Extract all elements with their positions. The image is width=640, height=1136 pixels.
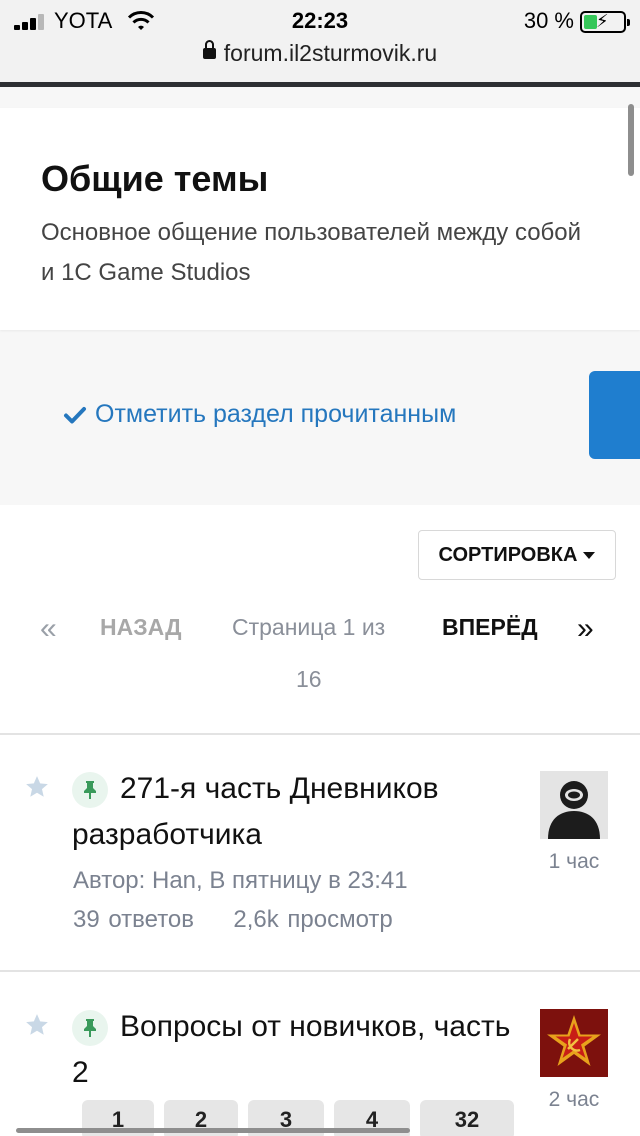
status-bar: YOTA 22:23 30 % ⚡ [0,8,640,34]
avatar[interactable] [540,1009,608,1077]
caret-down-icon [583,551,596,559]
divider [0,733,640,735]
horizontal-scrollbar[interactable] [16,1128,410,1133]
topic-stats: 39 ответов 2,6k просмотр [73,906,393,934]
sort-button[interactable]: СОРТИРОВКА [418,530,616,580]
browser-chrome: YOTA 22:23 30 % ⚡ forum.il2sturmovik.ru [0,0,640,82]
address-bar[interactable]: forum.il2sturmovik.ru [0,40,640,67]
page-info[interactable]: Страница 1 из [232,614,385,641]
avatar[interactable] [540,771,608,839]
page-link[interactable]: 32 [420,1100,514,1136]
topic-title[interactable]: 271-я часть Дневников разработчика [72,766,512,858]
last-page-link[interactable]: » [577,612,594,646]
url-text: forum.il2sturmovik.ru [223,40,438,66]
forum-header: Общие темы Основное общение пользователе… [0,108,640,330]
battery-percent: 30 % [523,8,574,33]
star-icon[interactable] [24,774,50,800]
topic-title[interactable]: Вопросы от новичков, часть 2 [72,1004,512,1096]
views-count: 2,6k просмотр [233,906,393,933]
forum-description: Основное общение пользователей между соб… [41,219,582,286]
last-post-time[interactable]: 2 час [540,1088,608,1112]
topic-author: Автор: Han, В пятницу в 23:41 [73,867,408,894]
mark-read-label: Отметить раздел прочитанным [95,400,457,428]
first-page-link[interactable]: « [40,612,57,646]
star-icon[interactable] [24,1012,50,1038]
start-topic-button[interactable] [589,371,640,459]
sort-label: СОРТИРОВКА [438,543,578,566]
page-total[interactable]: 16 [296,666,322,693]
lock-icon [202,40,216,59]
divider [0,970,640,972]
last-post-time[interactable]: 1 час [540,850,608,874]
replies-count: 39 ответов [73,906,195,933]
mark-read-link[interactable]: Отметить раздел прочитанным [63,400,456,429]
battery-icon: ⚡ [580,11,630,33]
next-page-link[interactable]: ВПЕРЁД [442,614,538,641]
checkmark-icon [64,406,86,423]
forum-title: Общие темы [41,158,269,199]
vertical-scrollbar[interactable] [628,104,634,176]
prev-page-link[interactable]: НАЗАД [100,614,181,641]
